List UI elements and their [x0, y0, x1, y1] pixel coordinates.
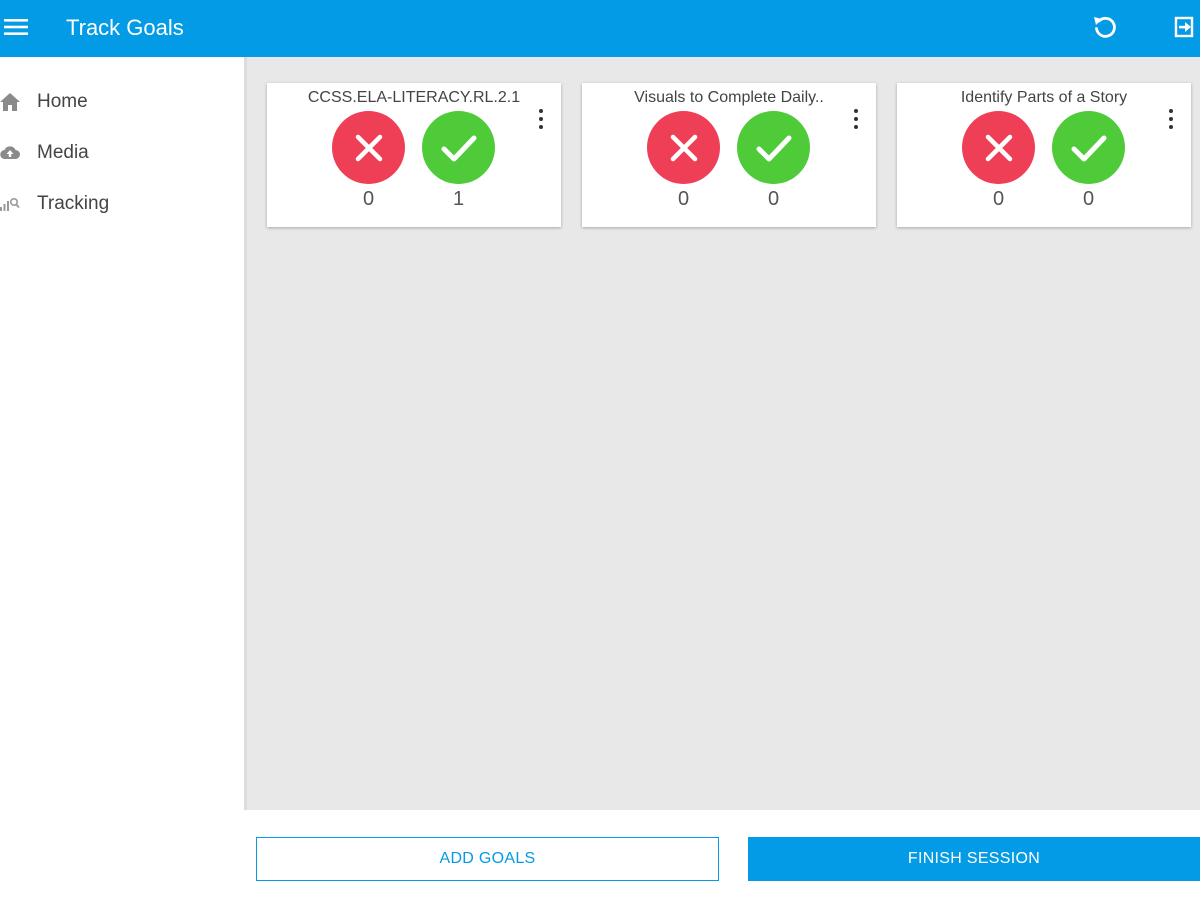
check-icon [441, 135, 476, 161]
app-bar: Track Goals [0, 0, 1200, 57]
kebab-dot-icon [539, 109, 543, 113]
page-title: Track Goals [66, 15, 184, 40]
incorrect-count: 0 [362, 188, 375, 210]
more-options-button[interactable] [531, 107, 551, 131]
kebab-dot-icon [539, 125, 543, 129]
sidebar-item-label: Tracking [37, 193, 110, 214]
exit-button[interactable] [1168, 10, 1200, 44]
goal-card: Visuals to Complete Daily.. 0 0 [582, 83, 876, 227]
finish-session-button[interactable]: FINISH SESSION [748, 837, 1200, 881]
more-options-button[interactable] [846, 107, 866, 131]
sidebar-item-label: Media [37, 142, 89, 163]
check-icon [756, 135, 791, 161]
menu-button[interactable] [0, 11, 32, 43]
goal-title: Identify Parts of a Story [960, 89, 1128, 106]
correct-count: 0 [767, 188, 780, 210]
add-goals-button[interactable]: ADD GOALS [256, 837, 719, 881]
close-icon [985, 134, 1012, 161]
mark-incorrect-button[interactable] [647, 111, 720, 184]
goal-card: Identify Parts of a Story 0 0 [897, 83, 1191, 227]
kebab-dot-icon [1169, 117, 1173, 121]
kebab-dot-icon [539, 117, 543, 121]
tracking-chart-icon [0, 194, 22, 214]
mark-correct-button[interactable] [422, 111, 495, 184]
sidebar-item-media[interactable]: Media [0, 131, 244, 175]
undo-icon [1094, 16, 1116, 38]
mark-correct-button[interactable] [1052, 111, 1125, 184]
incorrect-count: 0 [677, 188, 690, 210]
close-icon [355, 134, 382, 161]
goal-title: Visuals to Complete Daily.. [634, 89, 824, 106]
close-icon [670, 134, 697, 161]
mark-correct-button[interactable] [737, 111, 810, 184]
sidebar-item-tracking[interactable]: Tracking [0, 182, 244, 226]
mark-incorrect-button[interactable] [962, 111, 1035, 184]
goal-card: CCSS.ELA-LITERACY.RL.2.1 0 1 [267, 83, 561, 227]
sidebar: Home Media Tracking [0, 57, 244, 900]
undo-button[interactable] [1088, 10, 1122, 44]
exit-icon [1174, 16, 1194, 38]
home-icon [0, 92, 22, 112]
cloud-upload-icon [0, 143, 22, 163]
correct-count: 1 [452, 188, 465, 210]
kebab-dot-icon [854, 109, 858, 113]
kebab-dot-icon [854, 117, 858, 121]
incorrect-count: 0 [992, 188, 1005, 210]
kebab-dot-icon [1169, 109, 1173, 113]
goal-title: CCSS.ELA-LITERACY.RL.2.1 [307, 89, 521, 106]
kebab-dot-icon [854, 125, 858, 129]
footer-actions: ADD GOALS FINISH SESSION [244, 810, 1200, 900]
app-root: Track Goals Home Media Tracking CCSS.ELA… [0, 0, 1200, 900]
kebab-dot-icon [1169, 125, 1173, 129]
goals-area: CCSS.ELA-LITERACY.RL.2.1 0 1 Visuals to … [244, 57, 1200, 810]
sidebar-item-label: Home [37, 91, 88, 112]
check-icon [1071, 135, 1106, 161]
sidebar-item-home[interactable]: Home [0, 80, 244, 124]
mark-incorrect-button[interactable] [332, 111, 405, 184]
hamburger-menu-icon [4, 19, 28, 35]
more-options-button[interactable] [1161, 107, 1181, 131]
correct-count: 0 [1082, 188, 1095, 210]
